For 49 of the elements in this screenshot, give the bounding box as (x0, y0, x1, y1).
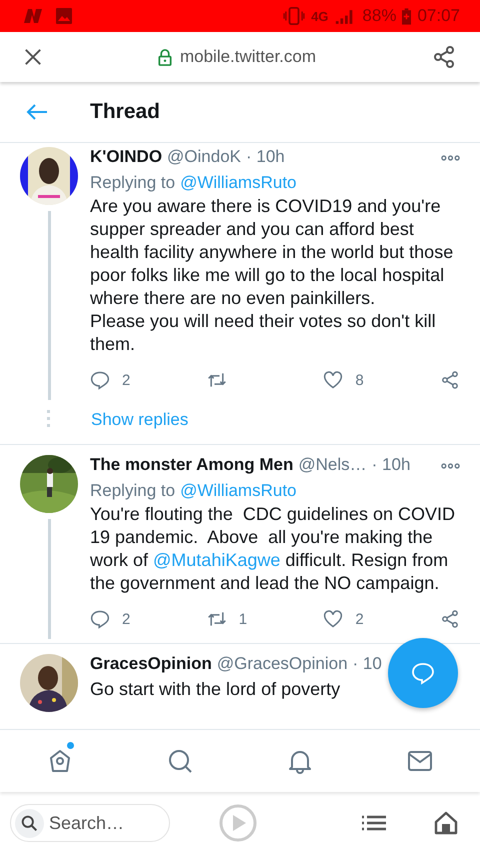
author-handle: @OindoK (167, 147, 242, 167)
share-icon[interactable] (432, 45, 456, 69)
share-icon[interactable] (440, 370, 460, 390)
search-input[interactable]: Search… (49, 812, 159, 834)
vibrate-icon (283, 7, 306, 25)
author-name[interactable]: K'OINDO (90, 147, 162, 167)
url-text[interactable]: mobile.twitter.com (180, 47, 316, 67)
more-options-icon[interactable] (441, 463, 460, 469)
like-icon[interactable] (323, 370, 344, 390)
retweet-count: 1 (238, 610, 248, 628)
search-bar[interactable]: Search… (10, 804, 170, 842)
battery-icon (402, 8, 412, 24)
home-icon[interactable] (434, 811, 458, 835)
search-icon (21, 814, 38, 832)
author-handle: @Nels… (298, 455, 367, 475)
replying-label: Replying to (90, 173, 176, 193)
more-options-icon[interactable] (441, 155, 460, 161)
speech-bubble-icon (411, 661, 435, 685)
tweet-time: · 10h (372, 455, 410, 475)
network-type: 4G (311, 8, 328, 24)
author-handle: @GracesOpinion (216, 654, 348, 674)
author-name[interactable]: The monster Among Men (90, 455, 294, 475)
tweet-text: Go start with the lord of poverty (90, 678, 340, 701)
like-count: 8 (355, 372, 364, 388)
like-count: 2 (355, 610, 364, 628)
compose-reply-button[interactable] (388, 638, 458, 708)
close-icon[interactable] (24, 48, 42, 66)
tweet-time: · 10 (352, 654, 382, 674)
tweet-text: You're flouting the CDC guidelines on COVID 19 pandemic. Above all you're making the work of @MutahiKagwe difficult. Resign from the government and lead the NO campaign. (90, 503, 456, 595)
share-icon[interactable] (440, 609, 460, 629)
app-logo-icon (22, 8, 44, 24)
page-title: Thread (90, 100, 160, 124)
reply-icon[interactable] (90, 370, 110, 390)
tweet-text: Are you aware there is COVID19 and you're supper spreader and you can afford best health facility anywhere in the world but those poor folks like me will go to the local hospital where there are no even painkillers. Please you will need their votes so don't kill them. (90, 195, 454, 356)
like-icon[interactable] (323, 609, 344, 629)
reply-count: 2 (122, 610, 130, 628)
reply-count: 2 (122, 372, 130, 388)
reply-icon[interactable] (90, 609, 110, 629)
unread-dot (67, 742, 74, 749)
battery-percent: 88% (362, 6, 396, 26)
list-icon[interactable] (362, 815, 386, 831)
back-arrow-icon[interactable] (26, 104, 48, 120)
lock-icon (158, 48, 172, 66)
search-icon[interactable] (166, 747, 194, 775)
tweet-time: · 10h (246, 147, 285, 167)
replying-label: Replying to (90, 481, 176, 501)
author-name[interactable]: GracesOpinion (90, 654, 212, 674)
clock: 07:07 (417, 6, 460, 26)
gallery-icon (56, 8, 72, 24)
